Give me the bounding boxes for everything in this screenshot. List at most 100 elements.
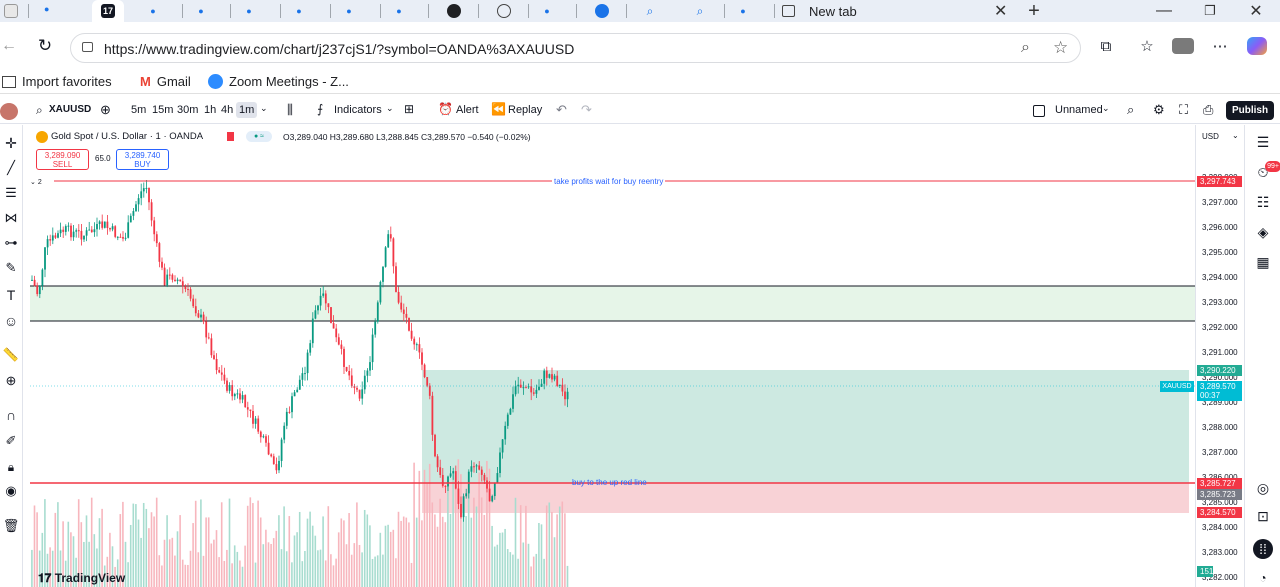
interval-15m[interactable]: 15m <box>152 104 173 116</box>
extensions-icon[interactable]: ⧉ <box>1096 36 1116 56</box>
market-status-icon[interactable]: ● ≈ <box>246 131 272 142</box>
alert-clock-icon[interactable]: ⏰ <box>438 102 453 116</box>
back-icon[interactable]: ← <box>0 36 18 56</box>
compare-add-icon[interactable]: ⊕ <box>100 102 111 118</box>
fullscreen-icon[interactable]: ⛶ <box>1179 102 1188 118</box>
interval-dropdown-icon[interactable]: ⌄ <box>260 103 268 114</box>
sell-button[interactable]: 3,289.090 SELL <box>36 149 89 170</box>
tab-6[interactable]: ● <box>284 0 314 22</box>
close-tab-icon[interactable]: ✕ <box>994 1 1007 21</box>
tab-14[interactable]: ⌕ <box>686 0 714 22</box>
bookmark-gmail[interactable]: M Gmail <box>140 74 191 89</box>
tab-3[interactable]: ● <box>138 0 168 22</box>
interval-5m[interactable]: 5m <box>131 104 146 116</box>
calendar-icon[interactable]: ▦ <box>1253 253 1273 271</box>
prediction-icon[interactable]: ⊶ <box>2 235 20 251</box>
buy-button[interactable]: 3,289.740 BUY <box>116 149 169 170</box>
trend-line-icon[interactable]: ╱ <box>2 160 20 176</box>
object-tree-icon[interactable]: ☷ <box>1253 193 1273 211</box>
stay-drawing-icon[interactable]: ✐ <box>2 433 20 449</box>
tab-tradingview-active[interactable]: 17 <box>92 0 124 22</box>
bookmark-zoom[interactable]: Zoom Meetings - Z... <box>208 74 349 89</box>
layout-name[interactable]: Unnamed <box>1055 104 1103 116</box>
user-avatar[interactable] <box>0 103 18 120</box>
site-info-icon[interactable] <box>82 42 93 52</box>
symbol-search[interactable]: XAUUSD <box>49 104 91 115</box>
layout-dropdown-icon[interactable]: ⌄ <box>1102 103 1110 114</box>
price-scale[interactable]: USD ⌄ 3,298.0003,297.0003,296.0003,295.0… <box>1195 125 1244 587</box>
layout-icon[interactable] <box>1033 105 1045 117</box>
tab-12[interactable] <box>588 0 616 22</box>
interval-4h[interactable]: 4h <box>221 104 233 116</box>
settings-gear-icon[interactable]: ⚙ <box>1153 102 1165 118</box>
indicators-icon[interactable]: ⨍ <box>317 102 323 116</box>
buy-line-annotation[interactable]: buy to the up red line <box>572 478 647 487</box>
tab-4[interactable]: ● <box>186 0 216 22</box>
symbol-search-icon[interactable]: ⌕ <box>36 103 43 118</box>
zoom-search-icon[interactable]: ⌕ <box>1021 39 1030 57</box>
more-menu-icon[interactable]: ⋯ <box>1210 36 1230 56</box>
snapshot-camera-icon[interactable]: ⎙ <box>1203 102 1213 118</box>
close-window-button[interactable]: ✕ <box>1242 0 1270 22</box>
magnet-icon[interactable]: ∩ <box>2 407 20 423</box>
watchlist-icon[interactable]: ☰ <box>1253 133 1273 151</box>
tab-10[interactable] <box>490 0 518 22</box>
tab-5[interactable]: ● <box>234 0 264 22</box>
interval-1h[interactable]: 1h <box>204 104 216 116</box>
redo-icon[interactable]: ↷ <box>581 102 592 118</box>
templates-icon[interactable]: ⊞ <box>404 102 414 116</box>
brush-icon[interactable]: ✎ <box>2 260 20 276</box>
replay-button[interactable]: Replay <box>508 104 542 116</box>
interval-1m-active[interactable]: 1m <box>236 102 258 118</box>
emoji-icon[interactable]: ☺ <box>2 313 20 329</box>
tab-11[interactable]: ● <box>532 0 562 22</box>
quick-search-icon[interactable]: ⌕ <box>1127 102 1134 118</box>
replay-icon[interactable]: ⏪ <box>491 102 506 116</box>
tab-1[interactable]: ● <box>36 0 66 22</box>
text-tool-icon[interactable]: T <box>2 287 20 303</box>
tab-9[interactable] <box>440 0 468 22</box>
tab-13[interactable]: ⌕ <box>636 0 664 22</box>
interval-30m[interactable]: 30m <box>177 104 198 116</box>
eye-icon[interactable]: ◉ <box>2 483 20 499</box>
trading-panel-icon[interactable]: ⊡ <box>1253 507 1273 525</box>
favorite-star-icon[interactable]: ☆ <box>1053 38 1068 58</box>
tab-8[interactable]: ● <box>384 0 414 22</box>
symbol-title[interactable]: Gold Spot / U.S. Dollar · 1 · OANDA <box>51 131 203 142</box>
layers-icon[interactable]: ◈ <box>1253 223 1273 241</box>
copilot-icon[interactable] <box>1246 36 1268 56</box>
minimize-button[interactable]: — <box>1150 0 1178 22</box>
favorites-icon[interactable]: ☆ <box>1137 36 1157 56</box>
pattern-icon[interactable]: ⋈ <box>2 210 20 226</box>
fib-retracement-icon[interactable]: ☰ <box>2 185 20 201</box>
flag-icon[interactable] <box>227 132 234 141</box>
apps-grid-icon[interactable]: ⁞⁞ <box>1253 539 1273 559</box>
tab-15[interactable]: ● <box>728 0 758 22</box>
lock-icon[interactable]: 🔒︎ <box>2 459 20 475</box>
tab-new-tab[interactable]: New tab ✕ <box>778 0 1018 22</box>
refresh-icon[interactable]: ↻ <box>34 36 56 56</box>
price-chart[interactable] <box>24 125 1195 587</box>
tradingview-logo[interactable]: 𝟏𝟕 TradingView <box>38 571 125 586</box>
profile-avatar-icon[interactable] <box>1171 36 1195 56</box>
take-profit-annotation[interactable]: take profits wait for buy reentry <box>552 177 666 186</box>
indicators-button[interactable]: Indicators <box>334 104 382 116</box>
new-tab-button[interactable]: + <box>1022 0 1046 22</box>
zoom-in-icon[interactable]: ⊕ <box>2 373 20 389</box>
trash-icon[interactable]: 🗑︎ <box>2 518 20 534</box>
restore-button[interactable]: ❐ <box>1196 0 1224 22</box>
chart-pane[interactable]: take profits wait for buy reentry buy to… <box>24 125 1195 587</box>
candle-type-icon[interactable]: ⫼ <box>287 102 293 118</box>
tab-7[interactable]: ● <box>334 0 364 22</box>
crosshair-icon[interactable]: ✛ <box>2 135 20 151</box>
signal-icon[interactable]: ◔ <box>1253 571 1273 585</box>
currency-dropdown-icon[interactable]: ⌄ <box>1232 131 1239 140</box>
bookmark-import-favorites[interactable]: Import favorites <box>2 74 112 89</box>
target-icon[interactable]: ◎ <box>1253 479 1273 497</box>
undo-icon[interactable]: ↶ <box>556 102 567 118</box>
long-position-profit-zone[interactable] <box>422 370 1189 483</box>
tab-pinned[interactable] <box>0 0 22 22</box>
ruler-icon[interactable]: 📏 <box>2 347 20 363</box>
currency-selector[interactable]: USD <box>1202 132 1219 141</box>
address-bar[interactable]: https://www.tradingview.com/chart/j237cj… <box>70 33 1081 63</box>
